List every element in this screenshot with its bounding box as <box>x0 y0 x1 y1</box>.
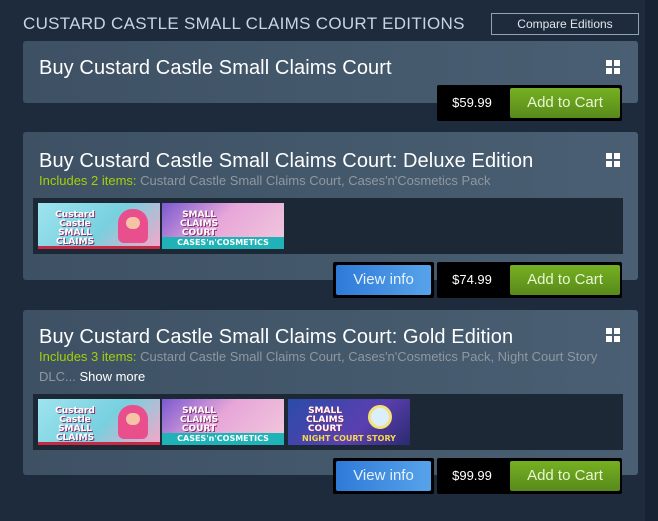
magnifier-icon <box>368 405 392 429</box>
section-title: CUSTARD CASTLE SMALL CLAIMS COURT EDITIO… <box>23 14 465 33</box>
character-art <box>118 209 148 243</box>
edition-title: Buy Custard Castle Small Claims Court <box>39 57 392 79</box>
dlc-capsule[interactable]: SMALL CLAIMS COURT CASES'n'COSMETICS <box>162 203 284 249</box>
add-to-cart-button[interactable]: Add to Cart <box>510 88 620 118</box>
show-more-link[interactable]: Show more <box>79 369 145 384</box>
view-info-frame: View info <box>333 458 434 494</box>
view-info-button[interactable]: View info <box>336 265 431 295</box>
windows-icon <box>606 153 620 167</box>
dlc-capsule[interactable]: SMALL CLAIMS COURT CASES'n'COSMETICS <box>162 399 284 445</box>
windows-icon <box>606 328 620 342</box>
editions-header: CUSTARD CASTLE SMALL CLAIMS COURT EDITIO… <box>23 13 639 36</box>
purchase-area-standard: $59.99 Add to Cart <box>437 85 622 121</box>
purchase-area-gold: $99.99 Add to Cart <box>437 458 622 494</box>
included-items-strip: Custard Castle SMALL CLAIMS COURT SMALL … <box>33 394 623 450</box>
capsule-title-art: SMALL CLAIMS COURT <box>179 406 219 434</box>
purchase-area-deluxe: $74.99 Add to Cart <box>437 262 622 298</box>
character-art <box>118 405 148 439</box>
capsule-title-art: SMALL CLAIMS COURT <box>179 210 219 238</box>
add-to-cart-button[interactable]: Add to Cart <box>510 265 620 295</box>
dlc-capsule-night-court[interactable]: SMALL CLAIMS COURT NIGHT COURT STORY <box>288 399 410 445</box>
edition-title: Buy Custard Castle Small Claims Court: D… <box>39 150 534 172</box>
included-items-text: Includes 2 items: Custard Castle Small C… <box>39 171 599 191</box>
page-edge <box>645 0 658 521</box>
view-info-button[interactable]: View info <box>336 461 431 491</box>
price: $74.99 <box>452 272 492 287</box>
edition-card-deluxe: Buy Custard Castle Small Claims Court: D… <box>23 132 638 280</box>
included-items-strip: Custard Castle SMALL CLAIMS COURT SMALL … <box>33 198 623 254</box>
game-capsule[interactable]: Custard Castle SMALL CLAIMS COURT <box>38 399 160 445</box>
included-items-count: Includes 2 items: <box>39 173 137 188</box>
windows-icon <box>606 60 620 74</box>
capsule-subtitle-art: CASES'n'COSMETICS <box>162 237 284 249</box>
capsule-title-art: Custard Castle SMALL CLAIMS COURT <box>55 210 95 247</box>
price: $59.99 <box>452 95 492 110</box>
edition-title: Buy Custard Castle Small Claims Court: G… <box>39 326 514 348</box>
game-capsule[interactable]: Custard Castle SMALL CLAIMS COURT <box>38 203 160 249</box>
view-info-frame: View info <box>333 262 434 298</box>
edition-card-gold: Buy Custard Castle Small Claims Court: G… <box>23 310 638 475</box>
capsule-title-art: Custard Castle SMALL CLAIMS COURT <box>55 406 95 443</box>
price: $99.99 <box>452 468 492 483</box>
capsule-subtitle-art: CASES'n'COSMETICS <box>162 433 284 445</box>
add-to-cart-button[interactable]: Add to Cart <box>510 461 620 491</box>
capsule-subtitle-art: NIGHT COURT STORY <box>302 434 396 443</box>
compare-editions-button[interactable]: Compare Editions <box>491 13 639 35</box>
included-items-count: Includes 3 items: <box>39 349 137 364</box>
included-items-list: Custard Castle Small Claims Court, Cases… <box>136 173 491 188</box>
capsule-title-art: SMALL CLAIMS COURT <box>305 406 345 434</box>
included-items-text: Includes 3 items: Custard Castle Small C… <box>39 347 599 387</box>
